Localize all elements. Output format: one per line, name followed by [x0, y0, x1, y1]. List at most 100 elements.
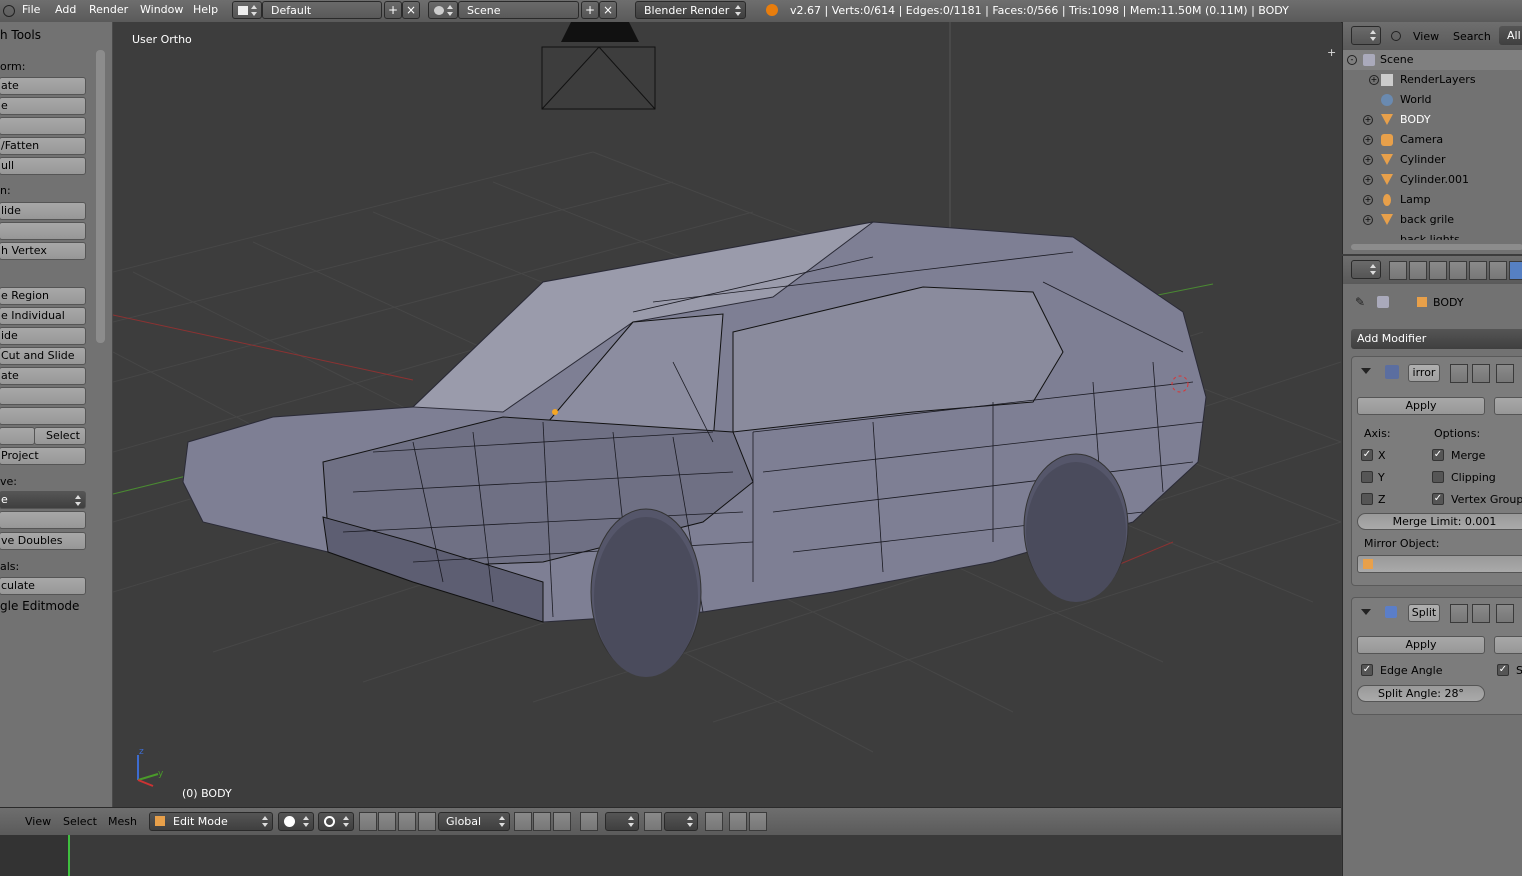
mirror-copy-button[interactable]	[1494, 397, 1522, 415]
rotate-manipulator-icon[interactable]	[398, 812, 416, 831]
show-render-icon[interactable]	[1450, 364, 1468, 383]
mirror-object-field[interactable]	[1357, 555, 1522, 573]
3d-viewport[interactable]: z y User Ortho (0) BODY +	[113, 22, 1341, 807]
transform-button-1[interactable]: ate	[0, 77, 86, 95]
screen-layout-field[interactable]: Default	[262, 1, 382, 19]
outliner-row-world[interactable]: World	[1343, 90, 1522, 110]
remove-doubles-button[interactable]: ve Doubles	[0, 532, 86, 550]
camera-object[interactable]	[541, 22, 656, 110]
menu-window[interactable]: Window	[140, 3, 183, 16]
proportional-edit-dropdown[interactable]	[605, 812, 639, 831]
tool-shelf-scrollbar[interactable]	[96, 50, 105, 343]
edit-button-2[interactable]	[0, 222, 86, 240]
properties-editor-type[interactable]	[1351, 260, 1381, 279]
expand-icon[interactable]: +	[1363, 115, 1373, 125]
remove-screen-button[interactable]: ×	[402, 1, 420, 19]
outliner-row-lamp[interactable]: + Lamp	[1343, 190, 1522, 210]
collapse-arrow-icon[interactable]	[1361, 609, 1371, 615]
expand-icon[interactable]: +	[1363, 155, 1373, 165]
menu-view[interactable]: View	[25, 815, 51, 828]
snap-toggle-icon[interactable]	[644, 812, 662, 831]
toggle-editmode-label[interactable]: gle Editmode	[0, 599, 79, 613]
show-render-icon[interactable]	[1450, 604, 1468, 623]
remove-button-2[interactable]	[0, 511, 86, 529]
merge-limit-field[interactable]: Merge Limit: 0.001	[1357, 513, 1522, 530]
object-tab-icon[interactable]	[1469, 261, 1487, 280]
split-copy-button[interactable]	[1494, 636, 1522, 654]
manipulator-toggle-icon[interactable]	[359, 812, 377, 831]
outliner-scrollbar[interactable]	[1351, 244, 1522, 250]
delete-dropdown[interactable]: e	[0, 491, 86, 509]
current-frame-marker[interactable]	[68, 835, 70, 876]
editor-type-icon[interactable]	[3, 5, 15, 17]
scene-breadcrumb-icon[interactable]	[1377, 296, 1389, 308]
mirror-modifier-name[interactable]: irror	[1408, 364, 1440, 382]
axis-z-checkbox[interactable]	[1361, 493, 1373, 505]
add-scene-button[interactable]: +	[581, 1, 599, 19]
snap-element-dropdown[interactable]	[664, 812, 698, 831]
render-layers-tab-icon[interactable]	[1409, 261, 1427, 280]
render-image-icon[interactable]	[729, 812, 747, 831]
transform-orientation-dropdown[interactable]: Global	[438, 812, 510, 831]
properties-toggle-icon[interactable]: +	[1327, 47, 1337, 58]
world-tab-icon[interactable]	[1449, 261, 1467, 280]
scale-manipulator-icon[interactable]	[418, 812, 436, 831]
vertex-select-icon[interactable]	[514, 812, 532, 831]
outliner-row-back-grile[interactable]: + back grile	[1343, 210, 1522, 230]
menu-file[interactable]: File	[22, 3, 40, 16]
car-mesh-body[interactable]	[182, 221, 1207, 677]
translate-manipulator-icon[interactable]	[378, 812, 396, 831]
outliner-filter-dropdown[interactable]: All	[1499, 26, 1522, 45]
scene-tab-icon[interactable]	[1429, 261, 1447, 280]
expand-icon[interactable]: +	[1369, 75, 1379, 85]
menu-add[interactable]: Add	[55, 3, 76, 16]
outliner-row-cylinder[interactable]: + Cylinder	[1343, 150, 1522, 170]
edge-slide-button[interactable]: lide	[0, 202, 86, 220]
sharp-edges-checkbox[interactable]: ✓	[1497, 664, 1509, 676]
expand-icon[interactable]: +	[1363, 195, 1373, 205]
timeline[interactable]	[0, 835, 1341, 876]
expand-icon[interactable]: +	[1363, 135, 1373, 145]
remove-scene-button[interactable]: ×	[599, 1, 617, 19]
split-apply-button[interactable]: Apply	[1357, 636, 1485, 654]
duplicate-button[interactable]: ate	[0, 367, 86, 385]
render-animation-icon[interactable]	[749, 812, 767, 831]
render-engine-dropdown[interactable]: Blender Render	[635, 1, 746, 19]
outliner-editor-type[interactable]	[1351, 26, 1381, 45]
layers-icon[interactable]	[705, 812, 723, 831]
merge-checkbox[interactable]: ✓	[1432, 449, 1444, 461]
split-modifier-name[interactable]: Split	[1408, 604, 1440, 622]
collapse-arrow-icon[interactable]	[1361, 368, 1371, 374]
scene-field[interactable]: Scene	[458, 1, 579, 19]
scene-icon-button[interactable]	[428, 1, 458, 19]
knife-project-button[interactable]: Project	[0, 447, 86, 465]
axis-y-checkbox[interactable]	[1361, 471, 1373, 483]
clipping-checkbox[interactable]	[1432, 471, 1444, 483]
outliner-row-renderlayers[interactable]: + RenderLayers	[1343, 70, 1522, 90]
extrude-individual-button[interactable]: e Individual	[0, 307, 86, 325]
screen-layout-icon-button[interactable]	[232, 1, 262, 19]
transform-button-3[interactable]	[0, 117, 86, 135]
expand-icon[interactable]: +	[1363, 175, 1373, 185]
mode-dropdown[interactable]: Edit Mode	[149, 812, 273, 831]
show-viewport-icon[interactable]	[1472, 604, 1490, 623]
subdivide-button[interactable]: ide	[0, 327, 86, 345]
vertex-group-checkbox[interactable]: ✓	[1432, 493, 1444, 505]
knife-button[interactable]	[0, 427, 35, 445]
split-angle-field[interactable]: Split Angle: 28°	[1357, 685, 1485, 702]
viewport-shading-dropdown[interactable]	[278, 812, 314, 831]
edge-select-icon[interactable]	[533, 812, 551, 831]
modifiers-tab-icon[interactable]	[1509, 261, 1522, 280]
outliner-view-menu[interactable]: View	[1413, 30, 1439, 43]
extrude-button-7[interactable]	[0, 407, 86, 425]
recalculate-button[interactable]: culate	[0, 577, 86, 595]
outliner-row-camera[interactable]: + Camera	[1343, 130, 1522, 150]
collapse-icon[interactable]: -	[1347, 55, 1357, 65]
outliner-row-back-lights[interactable]: back lights	[1343, 230, 1522, 240]
outliner-search-menu[interactable]: Search	[1453, 30, 1491, 43]
menu-render[interactable]: Render	[89, 3, 128, 16]
outliner-row-cylinder-001[interactable]: + Cylinder.001	[1343, 170, 1522, 190]
show-editmode-icon[interactable]	[1496, 604, 1514, 623]
transform-button-2[interactable]: e	[0, 97, 86, 115]
menu-mesh[interactable]: Mesh	[108, 815, 137, 828]
